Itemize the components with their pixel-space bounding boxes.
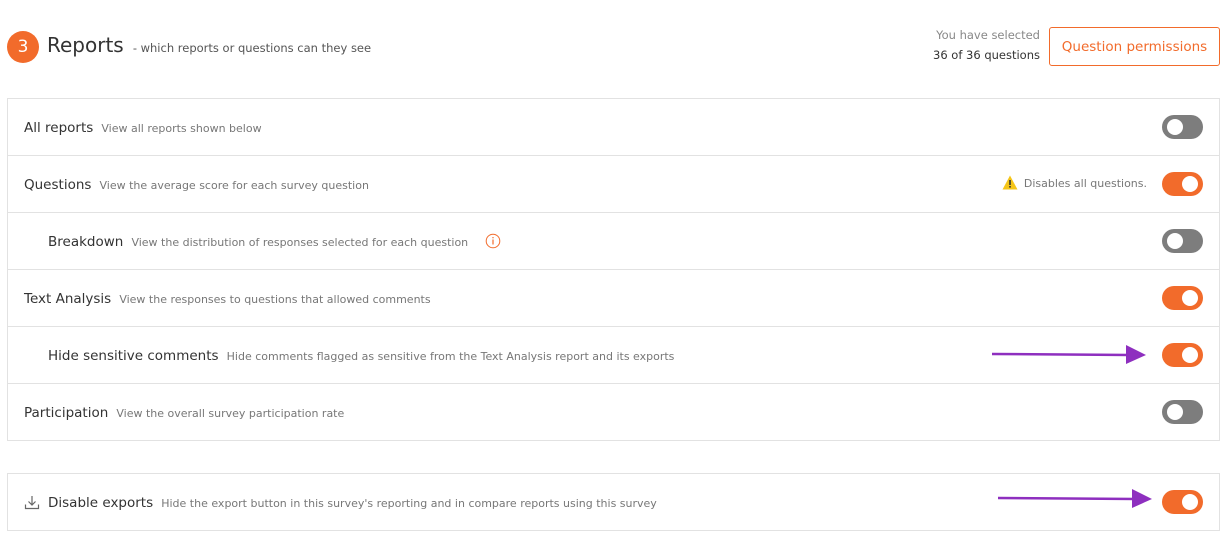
row-label-group: Questions View the average score for eac… <box>24 156 369 212</box>
participation-toggle[interactable] <box>1162 400 1203 424</box>
row-title: All reports <box>24 120 94 136</box>
annotation-arrow-icon <box>991 345 1146 364</box>
row-description: Hide comments flagged as sensitive from … <box>226 350 675 363</box>
selected-count: 36 of 36 questions <box>933 48 1040 62</box>
toggle-knob <box>1182 176 1198 192</box>
section-header: 3 Reports - which reports or questions c… <box>0 0 1231 98</box>
all-reports-toggle[interactable] <box>1162 115 1203 139</box>
selected-label: You have selected <box>936 28 1040 42</box>
toggle-knob <box>1167 233 1183 249</box>
section-subtitle: - which reports or questions can they se… <box>132 41 372 55</box>
section-title: Reports <box>47 33 124 57</box>
row-text-analysis: Text Analysis View the responses to ques… <box>8 270 1219 327</box>
disable-exports-toggle[interactable] <box>1162 490 1203 514</box>
row-description: View the overall survey participation ra… <box>116 407 345 420</box>
row-description: View the average score for each survey q… <box>99 179 369 192</box>
toggle-knob <box>1167 404 1183 420</box>
warning-text: Disables all questions. <box>1023 177 1147 190</box>
questions-warning: Disables all questions. <box>1002 175 1147 190</box>
row-questions: Questions View the average score for eac… <box>8 156 1219 213</box>
annotation-arrow-icon <box>997 489 1152 508</box>
row-breakdown: Breakdown View the distribution of respo… <box>8 213 1219 270</box>
download-icon <box>24 496 40 510</box>
row-label-group: Hide sensitive comments Hide comments fl… <box>48 327 674 383</box>
toggle-knob <box>1182 290 1198 306</box>
row-label-group: All reports View all reports shown below <box>24 99 262 155</box>
row-title: Hide sensitive comments <box>48 348 219 364</box>
questions-toggle[interactable] <box>1162 172 1203 196</box>
toggle-knob <box>1167 119 1183 135</box>
step-number-badge: 3 <box>7 31 39 63</box>
row-label-group: Breakdown View the distribution of respo… <box>48 213 468 269</box>
reports-permissions-list: All reports View all reports shown below… <box>7 98 1220 441</box>
section-title-group: Reports - which reports or questions can… <box>47 33 371 57</box>
text-analysis-toggle[interactable] <box>1162 286 1203 310</box>
row-title: Questions <box>24 177 92 193</box>
row-participation: Participation View the overall survey pa… <box>8 384 1219 441</box>
row-label-group: Disable exports Hide the export button i… <box>48 474 657 530</box>
row-title: Text Analysis <box>24 291 112 307</box>
question-permissions-button[interactable]: Question permissions <box>1049 27 1220 66</box>
info-icon[interactable] <box>485 233 501 249</box>
hide-sensitive-comments-toggle[interactable] <box>1162 343 1203 367</box>
row-label-group: Text Analysis View the responses to ques… <box>24 270 431 326</box>
selected-questions-summary: You have selected 36 of 36 questions <box>933 28 1040 63</box>
row-description: View all reports shown below <box>101 122 262 135</box>
row-title: Participation <box>24 405 109 421</box>
row-title: Breakdown <box>48 234 124 250</box>
row-title: Disable exports <box>48 495 154 511</box>
warning-icon <box>1002 175 1018 190</box>
row-description: View the responses to questions that all… <box>119 293 431 306</box>
row-all-reports: All reports View all reports shown below <box>8 99 1219 156</box>
toggle-knob <box>1182 494 1198 510</box>
row-description: Hide the export button in this survey's … <box>161 497 657 510</box>
row-label-group: Participation View the overall survey pa… <box>24 384 344 440</box>
breakdown-toggle[interactable] <box>1162 229 1203 253</box>
row-description: View the distribution of responses selec… <box>131 236 469 249</box>
toggle-knob <box>1182 347 1198 363</box>
